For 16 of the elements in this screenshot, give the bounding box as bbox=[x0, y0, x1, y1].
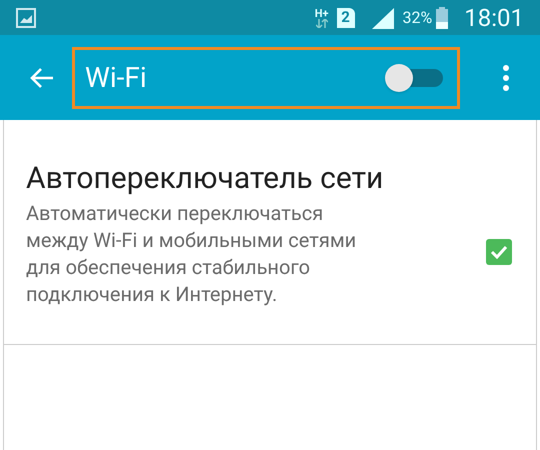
checkbox[interactable] bbox=[486, 239, 512, 265]
back-arrow-icon bbox=[29, 66, 55, 88]
setting-title: Автопереключатель сети bbox=[26, 160, 384, 198]
setting-summary: Автоматически переключаться между Wi-Fi и мобильными сетями для обеспечения стабильного подключения к Интернету. bbox=[26, 200, 358, 308]
more-options-icon[interactable] bbox=[502, 64, 510, 90]
checkmark-icon bbox=[490, 245, 508, 259]
sim-badge: 2 bbox=[336, 8, 355, 28]
network-type: H+ bbox=[314, 8, 329, 18]
battery-icon bbox=[436, 6, 448, 28]
clock: 18:01 bbox=[464, 2, 524, 34]
screen-title: Wi-Fi bbox=[85, 60, 148, 96]
wifi-switch[interactable] bbox=[385, 64, 443, 92]
battery-percent: 32% bbox=[402, 6, 432, 28]
data-arrows-icon bbox=[316, 18, 328, 28]
picture-icon bbox=[16, 8, 36, 28]
signal-icon bbox=[370, 6, 395, 28]
